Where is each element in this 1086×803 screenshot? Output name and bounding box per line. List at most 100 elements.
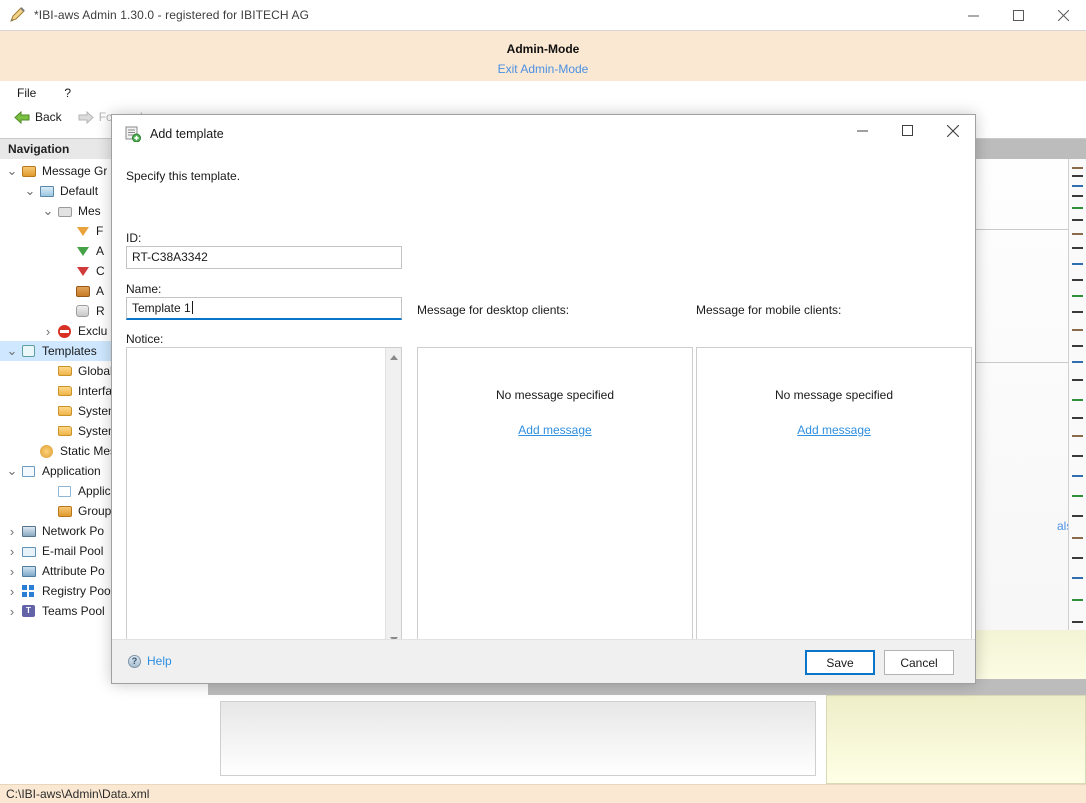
name-input-value: Template 1	[132, 301, 191, 315]
dialog-footer: ? Help Save Cancel	[112, 639, 975, 683]
tree-spacer	[58, 261, 74, 281]
application-icon	[20, 463, 38, 479]
pencil-icon	[9, 6, 27, 24]
tree-spacer	[58, 221, 74, 241]
tree-spacer	[58, 301, 74, 321]
recycle-icon	[74, 303, 92, 319]
dialog-body: Specify this template. ID: RT-C38A3342 N…	[112, 153, 975, 641]
tree-spacer	[40, 421, 56, 441]
chevron-right-icon[interactable]: ›	[4, 601, 20, 621]
app-window-icon	[56, 483, 74, 499]
tree-item-label: Mes	[78, 204, 101, 218]
tree-item-label: Application	[42, 464, 101, 478]
folder-icon	[56, 363, 74, 379]
id-input[interactable]: RT-C38A3342	[126, 246, 402, 269]
chevron-right-icon[interactable]: ›	[4, 521, 20, 541]
dialog-maximize-button[interactable]	[885, 115, 930, 146]
dialog-title: Add template	[150, 127, 224, 141]
chevron-right-icon[interactable]: ›	[4, 561, 20, 581]
tree-item-label: F	[96, 224, 103, 238]
back-button[interactable]: Back	[8, 108, 68, 126]
close-button[interactable]	[1041, 0, 1086, 31]
dialog-hint: Specify this template.	[126, 169, 240, 183]
save-button[interactable]: Save	[805, 650, 875, 675]
notice-scrollbar[interactable]	[385, 348, 401, 649]
help-label: Help	[147, 654, 172, 668]
admin-mode-banner: Admin-Mode Exit Admin-Mode	[0, 31, 1086, 81]
tree-item-label: Attribute Po	[42, 564, 105, 578]
chevron-down-icon[interactable]: ⌄	[4, 341, 20, 361]
tree-item-label: Default	[60, 184, 98, 198]
chevron-right-icon[interactable]: ›	[4, 581, 20, 601]
tree-item-label: Exclu	[78, 324, 107, 338]
message-icon	[56, 203, 74, 219]
dialog-minimize-button[interactable]	[840, 115, 885, 146]
menu-help[interactable]: ?	[61, 84, 74, 102]
cancel-button[interactable]: Cancel	[884, 650, 954, 675]
tree-spacer	[40, 381, 56, 401]
window-title: *IBI-aws Admin 1.30.0 - registered for I…	[34, 8, 309, 22]
help-link[interactable]: ? Help	[128, 654, 172, 668]
tree-item-label: A	[96, 284, 104, 298]
desktop-add-message-link[interactable]: Add message	[518, 423, 591, 437]
bottom-left-panel	[0, 679, 208, 784]
notice-label: Notice:	[126, 332, 163, 346]
back-label: Back	[35, 110, 62, 124]
maximize-button[interactable]	[996, 0, 1041, 31]
teams-pool-icon: T	[20, 603, 38, 619]
bottom-detail-panel	[208, 695, 828, 784]
exit-admin-mode-link[interactable]: Exit Admin-Mode	[0, 62, 1086, 76]
document-minimap[interactable]	[1068, 159, 1086, 679]
dialog-close-button[interactable]	[930, 115, 975, 146]
menu-bar: File ?	[0, 81, 1086, 104]
folder-icon	[56, 403, 74, 419]
filter-red-icon	[74, 263, 92, 279]
tree-item-label: Registry Poo	[42, 584, 111, 598]
menu-file[interactable]: File	[14, 84, 39, 102]
add-template-icon	[124, 126, 142, 142]
chevron-down-icon[interactable]: ⌄	[40, 201, 56, 221]
tree-item-label: Global	[78, 364, 113, 378]
scroll-up-arrow-icon[interactable]	[390, 355, 398, 360]
status-bar: C:\IBI-aws\Admin\Data.xml	[0, 784, 1086, 803]
id-label: ID:	[126, 231, 141, 245]
window-titlebar: *IBI-aws Admin 1.30.0 - registered for I…	[0, 0, 1086, 31]
application-window: *IBI-aws Admin 1.30.0 - registered for I…	[0, 0, 1086, 803]
tree-item-label: E-mail Pool	[42, 544, 103, 558]
mobile-add-message-link[interactable]: Add message	[797, 423, 870, 437]
name-input[interactable]: Template 1	[126, 297, 402, 320]
chevron-down-icon[interactable]: ⌄	[4, 161, 20, 181]
mobile-message-label: Message for mobile clients:	[696, 303, 841, 317]
email-pool-icon	[20, 543, 38, 559]
tree-spacer	[40, 361, 56, 381]
tree-spacer	[40, 401, 56, 421]
help-icon: ?	[128, 655, 141, 668]
chevron-down-icon[interactable]: ⌄	[4, 461, 20, 481]
id-input-value: RT-C38A3342	[132, 250, 208, 264]
network-pool-icon	[20, 523, 38, 539]
mobile-message-panel: No message specified Add message	[696, 347, 972, 650]
tree-item-label: Message Gr	[42, 164, 107, 178]
filter-green-icon	[74, 243, 92, 259]
tree-item-label: Network Po	[42, 524, 104, 538]
chevron-right-icon[interactable]: ›	[4, 541, 20, 561]
dialog-window-controls	[840, 115, 975, 146]
tree-spacer	[40, 501, 56, 521]
chevron-right-icon[interactable]: ›	[40, 321, 56, 341]
minimize-button[interactable]	[951, 0, 996, 31]
info-tooltip-panel	[826, 695, 1086, 784]
notice-textarea[interactable]	[126, 347, 402, 650]
tree-item-label: A	[96, 244, 104, 258]
chevron-down-icon[interactable]: ⌄	[22, 181, 38, 201]
tree-spacer	[58, 281, 74, 301]
tree-spacer	[22, 441, 38, 461]
text-caret	[192, 301, 193, 314]
groups-icon	[56, 503, 74, 519]
dialog-titlebar: Add template	[112, 115, 975, 153]
admin-mode-title: Admin-Mode	[0, 31, 1086, 56]
desktop-no-message-text: No message specified	[496, 388, 614, 402]
arrow-left-icon	[14, 111, 30, 124]
attribute-pool-icon	[20, 563, 38, 579]
desktop-message-label: Message for desktop clients:	[417, 303, 569, 317]
static-message-icon	[38, 443, 56, 459]
